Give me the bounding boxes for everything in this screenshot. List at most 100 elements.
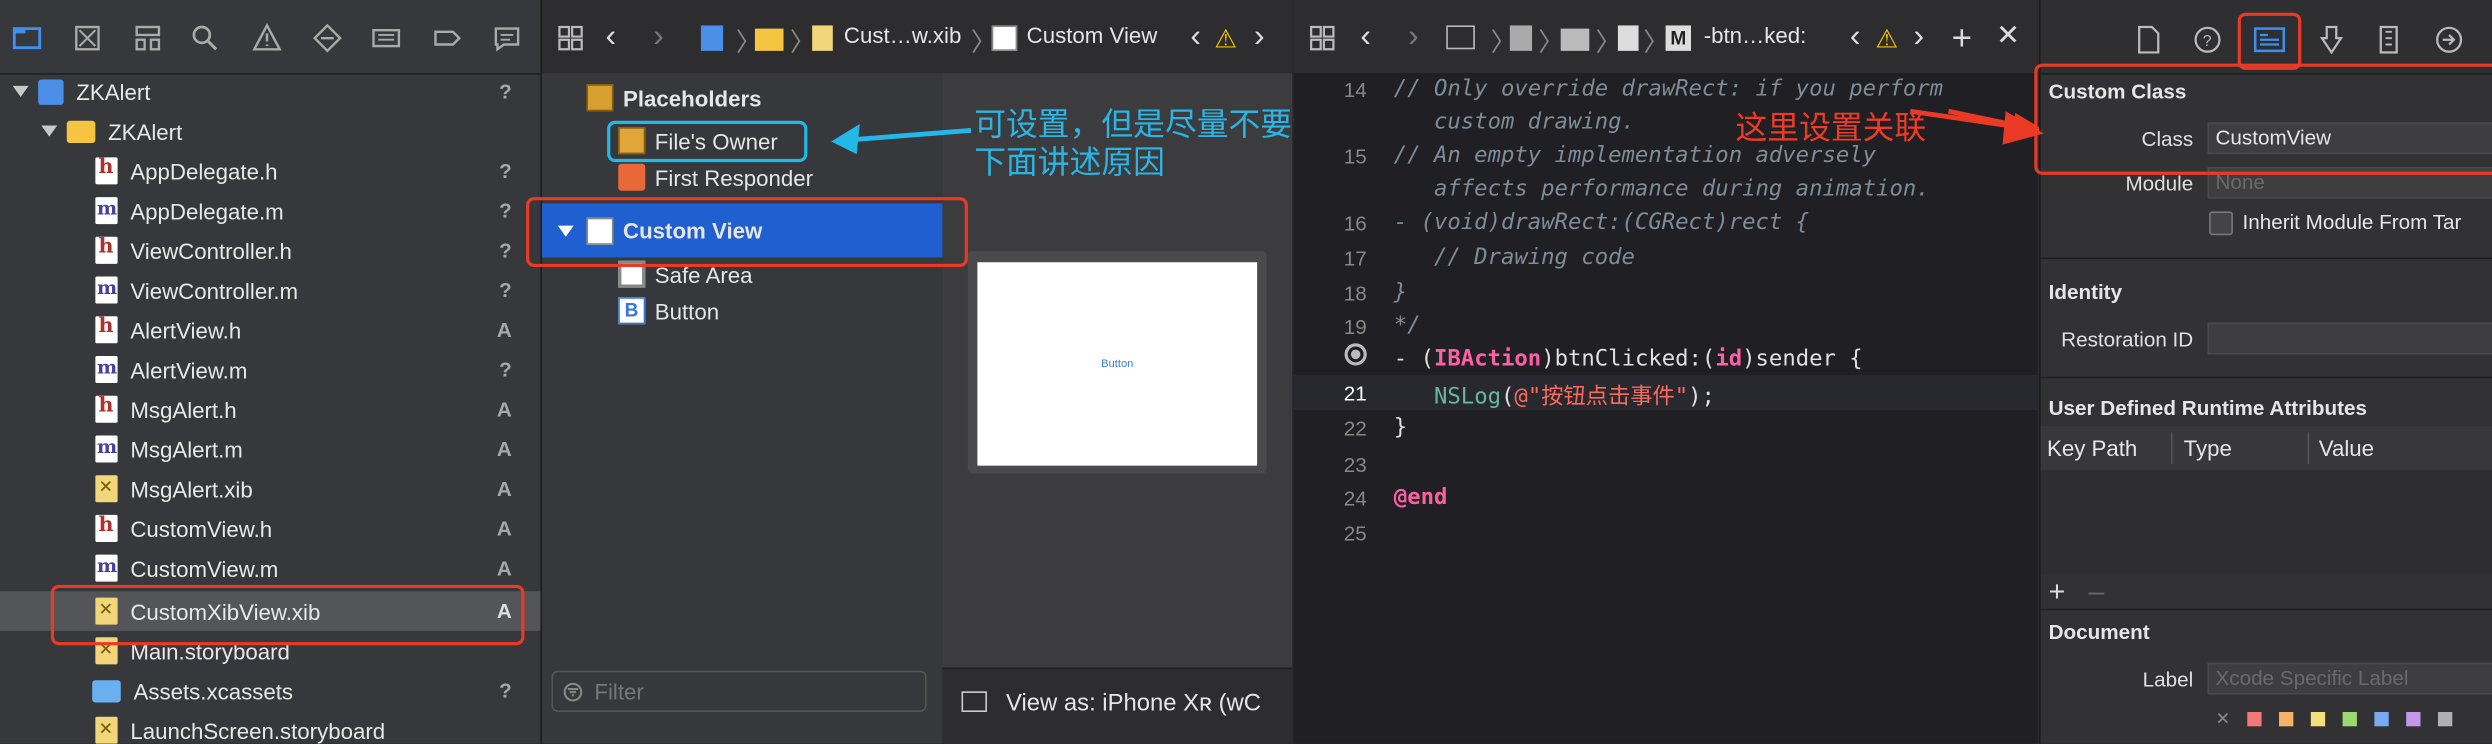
implementation-file-icon[interactable] xyxy=(1617,25,1639,51)
view-icon[interactable] xyxy=(991,25,1018,51)
close-icon[interactable]: ✕ xyxy=(1996,19,2020,52)
file-inspector-icon[interactable] xyxy=(2131,22,2166,57)
clear-color-icon[interactable]: ✕ xyxy=(2215,709,2230,729)
connections-inspector-icon[interactable] xyxy=(2432,22,2467,57)
tree-item-file[interactable]: MsgAlert.m A xyxy=(0,429,540,469)
project-icon[interactable] xyxy=(700,25,724,51)
tree-item-file[interactable]: ViewController.m? xyxy=(0,270,540,310)
tree-item-file[interactable]: CustomView.m A xyxy=(0,548,540,588)
folder-icon[interactable] xyxy=(6,19,47,57)
warning-icon[interactable]: ⚠ xyxy=(1214,24,1237,56)
split-editor-icon[interactable] xyxy=(1446,25,1475,50)
column-key-path[interactable]: Key Path xyxy=(2047,435,2137,460)
code-line[interactable]: 18} xyxy=(1294,277,2038,310)
warning-icon[interactable] xyxy=(246,19,287,57)
xib-file-icon[interactable] xyxy=(812,25,833,51)
add-attribute-icon[interactable]: + xyxy=(2049,575,2066,608)
xib-file-icon xyxy=(95,475,118,503)
folder-icon[interactable] xyxy=(1560,28,1590,51)
identity-inspector: ? Custom Class Class CustomView Module N… xyxy=(2034,0,2492,744)
method-icon[interactable]: M xyxy=(1665,25,1692,51)
attributes-inspector-icon[interactable] xyxy=(2314,22,2349,57)
header-file-icon xyxy=(95,156,118,185)
code-line[interactable]: 23 xyxy=(1294,448,2038,481)
code-line[interactable]: 21 NSLog(@"按钮点击事件"); xyxy=(1294,377,2038,410)
breadcrumb-view[interactable]: Custom View xyxy=(1027,22,1158,47)
project-icon[interactable] xyxy=(1509,25,1533,51)
tree-item-file[interactable]: LaunchScreen.storyboard xyxy=(0,710,540,744)
vcs-status: ? xyxy=(499,198,512,223)
column-value[interactable]: Value xyxy=(2319,435,2374,460)
breakpoint-icon[interactable] xyxy=(426,19,467,57)
tree-item-file[interactable]: CustomView.h A xyxy=(0,509,540,549)
breadcrumb-file[interactable]: Cust…w.xib xyxy=(844,22,961,47)
outline-label: Button xyxy=(654,297,720,324)
tree-item-file[interactable]: AlertView.h A xyxy=(0,310,540,350)
folder-icon[interactable] xyxy=(754,28,784,51)
color-swatch-purple[interactable] xyxy=(2406,712,2421,727)
tree-item-file[interactable]: AppDelegate.m? xyxy=(0,191,540,231)
debug-icon[interactable] xyxy=(366,19,407,57)
code-line[interactable]: affects performance during animation. xyxy=(1294,173,2038,206)
prev-issue-icon[interactable]: ‹ xyxy=(1190,19,1201,56)
grid-icon[interactable] xyxy=(555,22,587,54)
forward-arrow-icon[interactable]: › xyxy=(653,19,664,56)
document-label-field[interactable]: Xcode Specific Label xyxy=(2207,662,2492,695)
filter-field[interactable]: Filter xyxy=(551,670,927,713)
grid-icon[interactable] xyxy=(1306,22,1338,54)
symbol-navigator-icon[interactable] xyxy=(127,19,168,57)
search-icon[interactable] xyxy=(184,19,225,57)
source-control-icon[interactable] xyxy=(67,19,108,57)
code-line[interactable]: 19 */ xyxy=(1294,310,2038,343)
next-issue-icon[interactable]: › xyxy=(1914,19,1925,56)
code-line[interactable]: 25 xyxy=(1294,517,2038,550)
size-inspector-icon[interactable] xyxy=(2371,22,2406,57)
color-swatch-red[interactable] xyxy=(2247,712,2262,727)
code-area[interactable]: 14 // Only override drawRect: if you perf… xyxy=(1293,73,2038,744)
ib-jump-bar: ‹ › 〉 〉 Cust…w.xib 〉 Custom View ‹ ⚠ › xyxy=(541,0,1293,75)
header-file-icon xyxy=(95,315,118,344)
annotation-text-red: 这里设置关联 xyxy=(1735,111,1927,147)
color-swatch-orange[interactable] xyxy=(2279,712,2294,727)
report-icon[interactable] xyxy=(486,19,527,57)
test-diamond-icon[interactable] xyxy=(307,19,348,57)
line-number: 16 xyxy=(1343,211,1367,236)
warning-icon[interactable]: ⚠ xyxy=(1875,24,1898,56)
inherit-module-checkbox[interactable] xyxy=(2209,211,2233,236)
breadcrumb-method[interactable]: -btn…ked: xyxy=(1704,22,1807,47)
restoration-id-field[interactable] xyxy=(2207,322,2492,355)
color-swatch-blue[interactable] xyxy=(2374,712,2389,727)
color-swatch-yellow[interactable] xyxy=(2310,712,2326,727)
tree-item-file[interactable]: Assets.xcassets? xyxy=(0,671,540,711)
custom-view-canvas[interactable]: Button xyxy=(977,262,1258,466)
tree-item-file[interactable]: AppDelegate.h? xyxy=(0,151,540,191)
tree-item-group[interactable]: ZKAlert xyxy=(0,111,540,151)
toggle-outline-icon[interactable] xyxy=(961,691,987,713)
code-line[interactable]: 20- (IBAction)btnClicked:(id)sender { xyxy=(1294,343,2038,376)
remove-attribute-icon[interactable]: – xyxy=(2088,575,2104,608)
color-swatch-green[interactable] xyxy=(2342,712,2357,727)
canvas-button[interactable]: Button xyxy=(977,359,1257,370)
tree-item-file[interactable]: ViewController.h? xyxy=(0,230,540,270)
tree-item-file[interactable]: AlertView.m? xyxy=(0,350,540,390)
add-editor-icon[interactable]: + xyxy=(1952,17,1972,58)
color-swatch-gray[interactable] xyxy=(2437,712,2453,727)
view-as-device[interactable]: View as: iPhone Xʀ (wC xyxy=(1006,690,1261,717)
back-arrow-icon[interactable]: ‹ xyxy=(606,19,617,56)
code-line[interactable]: 17 // Drawing code xyxy=(1294,242,2038,275)
back-arrow-icon[interactable]: ‹ xyxy=(1360,19,1371,56)
prev-issue-icon[interactable]: ‹ xyxy=(1850,19,1861,56)
column-type[interactable]: Type xyxy=(2184,435,2232,460)
forward-arrow-icon[interactable]: › xyxy=(1408,19,1419,56)
code-line[interactable]: 24 @end xyxy=(1294,482,2038,515)
tree-item-file[interactable]: MsgAlert.xib A xyxy=(0,469,540,509)
tree-item-file[interactable]: MsgAlert.h A xyxy=(0,389,540,429)
tree-item-project[interactable]: ZKAlert ? xyxy=(0,72,540,112)
tree-item-label: ZKAlert xyxy=(108,118,183,144)
outline-button[interactable]: Button xyxy=(542,292,943,329)
code-line[interactable]: 22} xyxy=(1294,412,2038,445)
help-icon[interactable]: ? xyxy=(2190,22,2225,57)
document-label-label: Label xyxy=(2142,667,2194,692)
code-line[interactable]: 16 - (void)drawRect:(CGRect)rect { xyxy=(1294,207,2038,240)
next-issue-icon[interactable]: › xyxy=(1254,19,1265,56)
